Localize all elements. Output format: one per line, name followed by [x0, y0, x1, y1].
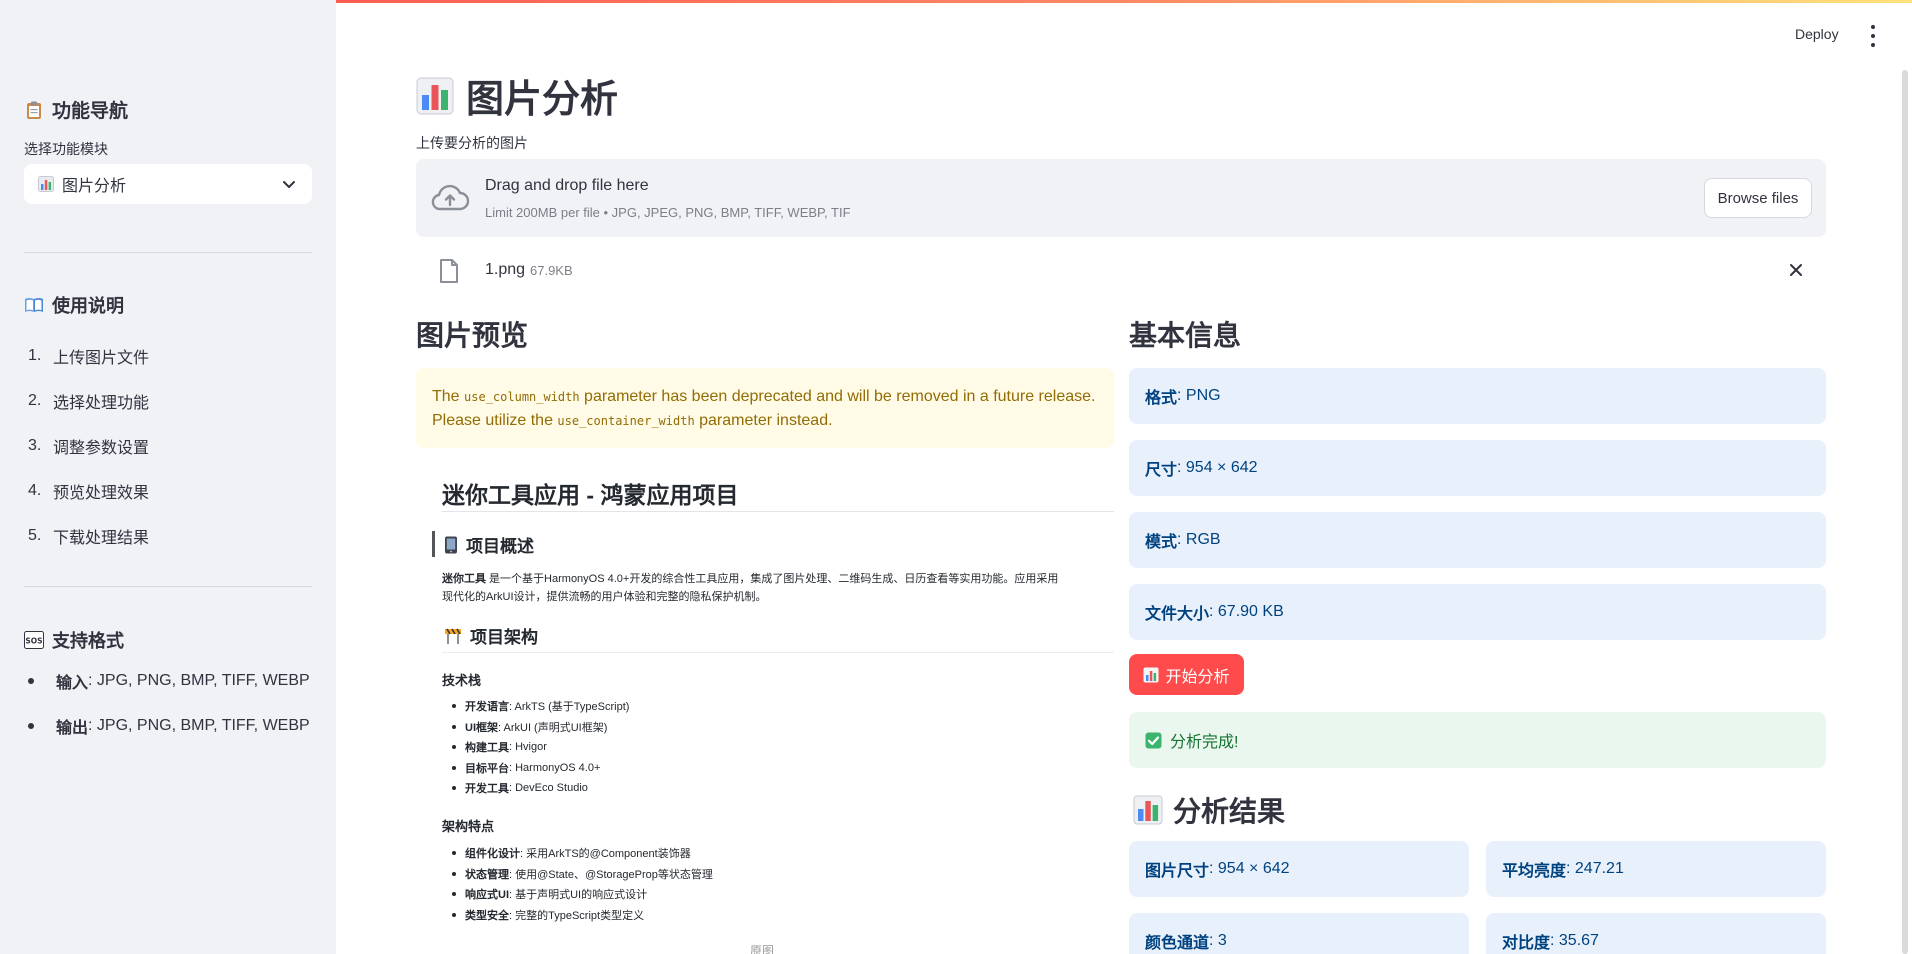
- info-format: 格式: PNG: [1129, 368, 1826, 424]
- module-select[interactable]: 图片分析: [24, 164, 312, 204]
- check-icon: [1145, 732, 1162, 749]
- list-item: 输入: JPG, PNG, BMP, TIFF, WEBP: [24, 658, 310, 703]
- preview-caption: 原图: [750, 944, 775, 954]
- divider: [442, 652, 1114, 653]
- preview-stack-heading: 技术栈: [442, 673, 482, 688]
- phone-icon: [444, 536, 458, 554]
- list-item: 5. 下载处理结果: [28, 526, 150, 547]
- image-preview: 迷你工具应用 - 鸿蒙应用项目 项目概述 迷你工具 是一个基于HarmonyOS…: [416, 460, 1114, 954]
- bar-chart-icon: [416, 77, 454, 115]
- metric-brightness: 平均亮度: 247.21: [1486, 841, 1826, 897]
- info-mode: 模式: RGB: [1129, 512, 1826, 568]
- file-size: 67.9KB: [530, 263, 573, 278]
- results-heading: 分析结果: [1133, 790, 1285, 830]
- dropzone-title: Drag and drop file here: [485, 177, 649, 194]
- preview-overview-text: 迷你工具 是一个基于HarmonyOS 4.0+开发的综合性工具应用，集成了图片…: [442, 573, 1059, 603]
- deprecation-warning: The use_column_width parameter has been …: [416, 368, 1114, 448]
- chevron-down-icon[interactable]: [280, 175, 298, 193]
- list-item: 1. 上传图片文件: [28, 346, 150, 367]
- bar-chart-icon: [1143, 667, 1159, 683]
- divider: [432, 531, 435, 557]
- scrollbar[interactable]: [1902, 70, 1908, 954]
- bar-chart-icon: [38, 176, 54, 192]
- info-file-size: 文件大小: 67.90 KB: [1129, 584, 1826, 640]
- preview-stack-list: 开发语言: ArkTS (基于TypeScript) UI框架: ArkUI (…: [442, 696, 629, 799]
- list-item: 组件化设计: 采用ArkTS的@Component装饰器: [442, 843, 713, 864]
- sidebar-divider: [24, 586, 312, 587]
- guide-steps-list: 1. 上传图片文件 2. 选择处理功能 3. 调整参数设置 4. 预览处理效果 5. 下载…: [24, 333, 149, 558]
- preview-heading: 图片预览: [416, 320, 529, 351]
- list-item: 类型安全: 完整的TypeScript类型定义: [442, 905, 713, 926]
- divider: [442, 511, 1114, 512]
- construction-icon: [444, 627, 462, 645]
- info-heading: 基本信息: [1129, 320, 1242, 351]
- sidebar-divider: [24, 252, 312, 253]
- metric-contrast: 对比度: 35.67: [1486, 913, 1826, 954]
- success-alert: 分析完成!: [1129, 712, 1826, 768]
- list-item: 3. 调整参数设置: [28, 436, 150, 457]
- preview-overview-heading: 项目概述: [444, 532, 534, 557]
- nav-title: 功能导航: [52, 101, 129, 122]
- formats-heading: SOS 支持格式: [24, 627, 124, 653]
- open-book-icon: [24, 296, 44, 314]
- list-item: 响应式UI: 基于声明式UI的响应式设计: [442, 884, 713, 905]
- preview-features-list: 组件化设计: 采用ArkTS的@Component装饰器 状态管理: 使用@St…: [442, 843, 713, 925]
- file-dropzone[interactable]: Drag and drop file here Limit 200MB per …: [416, 159, 1826, 237]
- list-item: 状态管理: 使用@State、@StorageProp等状态管理: [442, 864, 713, 885]
- preview-features-heading: 架构特点: [442, 819, 495, 834]
- clipboard-icon: [24, 100, 44, 120]
- formats-list: 输入: JPG, PNG, BMP, TIFF, WEBP 输出: JPG, P…: [24, 658, 310, 748]
- module-select-value: 图片分析: [62, 178, 127, 195]
- list-item: 输出: JPG, PNG, BMP, TIFF, WEBP: [24, 703, 310, 748]
- upload-label: 上传要分析的图片: [416, 135, 528, 151]
- list-item: 目标平台: HarmonyOS 4.0+: [442, 758, 629, 779]
- svg-text:SOS: SOS: [25, 637, 42, 646]
- start-analysis-button[interactable]: 开始分析: [1129, 654, 1244, 695]
- list-item: UI框架: ArkUI (声明式UI框架): [442, 717, 629, 738]
- dropzone-limits: Limit 200MB per file • JPG, JPEG, PNG, B…: [485, 205, 851, 220]
- deploy-button[interactable]: Deploy: [1795, 26, 1839, 42]
- formats-title: 支持格式: [52, 631, 124, 651]
- guide-heading: 使用说明: [24, 292, 124, 318]
- metric-image-size: 图片尺寸: 954 × 642: [1129, 841, 1469, 897]
- sidebar: 功能导航 选择功能模块 图片分析 使用说明 1. 上传图片文件 2. 选择处理功能 …: [0, 0, 336, 954]
- metric-channels: 颜色通道: 3: [1129, 913, 1469, 954]
- nav-heading: 功能导航: [24, 96, 128, 123]
- list-item: 2. 选择处理功能: [28, 391, 150, 412]
- list-item: 构建工具: Hvigor: [442, 737, 629, 758]
- sos-icon: SOS: [24, 631, 44, 649]
- preview-doc-title: 迷你工具应用 - 鸿蒙应用项目: [442, 482, 739, 508]
- list-item: 开发语言: ArkTS (基于TypeScript): [442, 696, 629, 717]
- module-select-label: 选择功能模块: [24, 141, 108, 157]
- list-item: 开发工具: DevEco Studio: [442, 778, 629, 799]
- guide-title: 使用说明: [52, 296, 124, 316]
- file-icon: [438, 258, 460, 284]
- file-name: 1.png: [485, 261, 526, 278]
- browse-files-button[interactable]: Browse files: [1704, 178, 1812, 218]
- uploaded-file-row: 1.png 67.9KB: [416, 252, 1826, 288]
- page-title: 图片分析: [416, 68, 618, 123]
- preview-arch-heading: 项目架构: [444, 623, 538, 648]
- bar-chart-icon: [1133, 795, 1163, 825]
- close-icon[interactable]: [1787, 261, 1805, 279]
- info-size: 尺寸: 954 × 642: [1129, 440, 1826, 496]
- page-title-text: 图片分析: [466, 79, 619, 121]
- cloud-upload-icon: [430, 181, 470, 215]
- main-menu-icon[interactable]: [1868, 25, 1878, 47]
- list-item: 4. 预览处理效果: [28, 481, 150, 502]
